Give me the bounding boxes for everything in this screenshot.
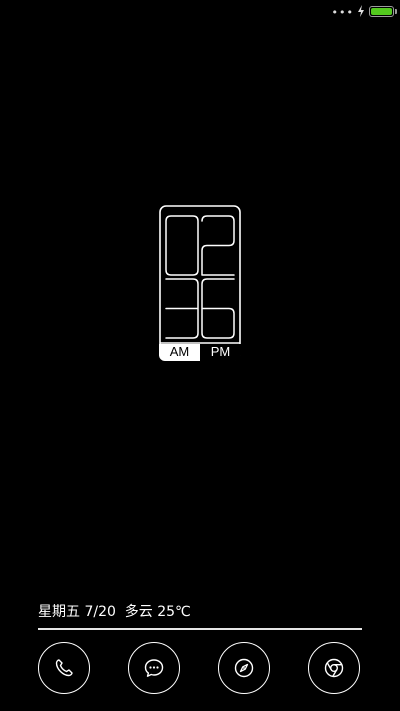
clock-widget[interactable]: AM PM — [159, 205, 241, 361]
compass-button[interactable] — [218, 642, 270, 694]
battery-fill — [371, 8, 392, 15]
browser-button[interactable] — [308, 642, 360, 694]
clock-hour-tens — [165, 215, 199, 276]
weather-info[interactable]: 星期五 7/20 多云 25℃ — [38, 601, 191, 621]
clock-minute-tens — [165, 278, 199, 339]
clock-hour-ones — [201, 215, 235, 276]
message-icon — [144, 659, 164, 677]
am-pm-indicator: AM PM — [159, 344, 241, 361]
status-bar: ••• — [0, 0, 400, 24]
messages-button[interactable] — [128, 642, 180, 694]
battery-tip — [395, 9, 397, 14]
clock-frame — [159, 205, 241, 361]
pm-label: PM — [200, 344, 241, 361]
signal-dots: ••• — [331, 6, 354, 19]
compass-icon — [234, 658, 254, 678]
bolt-icon — [358, 5, 364, 17]
battery-icon — [369, 6, 394, 17]
divider — [38, 628, 362, 630]
phone-button[interactable] — [38, 642, 90, 694]
phone-icon — [55, 659, 73, 677]
dock — [38, 642, 362, 696]
clock-minute-ones — [201, 278, 235, 339]
browser-icon — [324, 658, 344, 678]
am-label: AM — [159, 344, 200, 361]
